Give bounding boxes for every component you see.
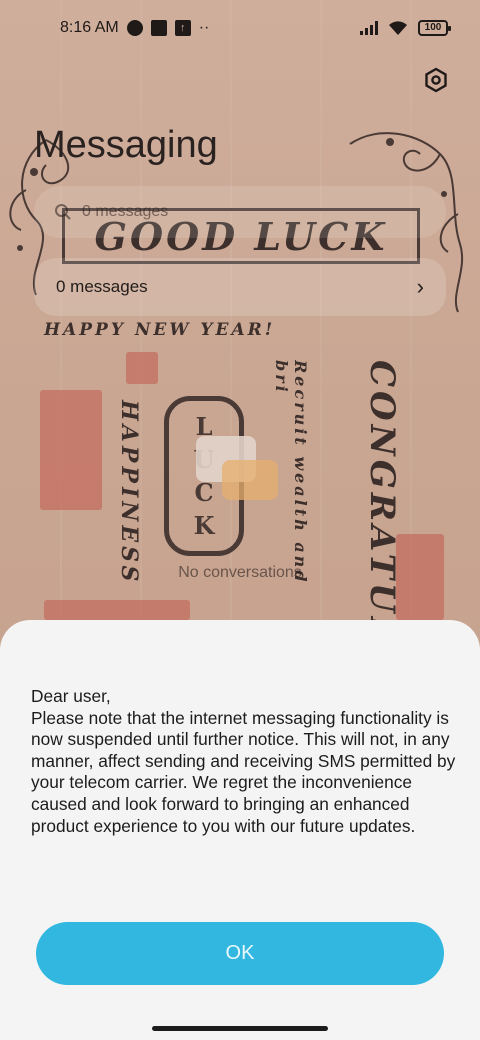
battery-level: 100 bbox=[424, 22, 442, 33]
settings-icon bbox=[425, 67, 447, 93]
messages-summary-row[interactable]: 0 messages › bbox=[34, 258, 446, 316]
upload-icon: ↑ bbox=[174, 20, 191, 36]
seal-stamp bbox=[40, 390, 102, 510]
signal-icon bbox=[360, 21, 378, 35]
congrat-text: CONGRATUL bbox=[362, 360, 402, 622]
chevron-right-icon: › bbox=[416, 274, 424, 299]
home-indicator[interactable] bbox=[152, 1026, 328, 1031]
notice-bottom-sheet: Dear user, Please note that the internet… bbox=[0, 620, 480, 1040]
status-bar: 8:16 AM ↑ ·· 100 bbox=[0, 0, 480, 56]
notification-icon bbox=[150, 20, 167, 36]
search-icon bbox=[55, 204, 71, 220]
notification-icon bbox=[126, 20, 143, 36]
happiness-text: HAPPINESS bbox=[116, 400, 142, 586]
battery-icon: 100 bbox=[418, 20, 451, 36]
empty-state-text: No conversations bbox=[178, 564, 302, 581]
settings-button[interactable] bbox=[420, 64, 452, 96]
clock: 8:16 AM bbox=[60, 19, 119, 36]
wifi-icon bbox=[389, 21, 407, 35]
happy-new-year-text: HAPPY NEW YEAR! bbox=[44, 320, 276, 340]
page-title: Messaging bbox=[34, 124, 218, 166]
search-placeholder: 0 messages bbox=[82, 203, 169, 220]
more-notifications-icon: ·· bbox=[198, 19, 210, 36]
luck-letter: K bbox=[193, 511, 215, 540]
empty-conversations-icon bbox=[196, 436, 280, 500]
seal-stamp bbox=[44, 600, 190, 620]
search-input[interactable]: 0 messages bbox=[34, 186, 446, 238]
seal-stamp bbox=[126, 352, 158, 384]
dialog-message: Dear user, Please note that the internet… bbox=[31, 686, 456, 836]
ok-button[interactable]: OK bbox=[36, 922, 444, 985]
messages-count: 0 messages bbox=[56, 277, 148, 296]
